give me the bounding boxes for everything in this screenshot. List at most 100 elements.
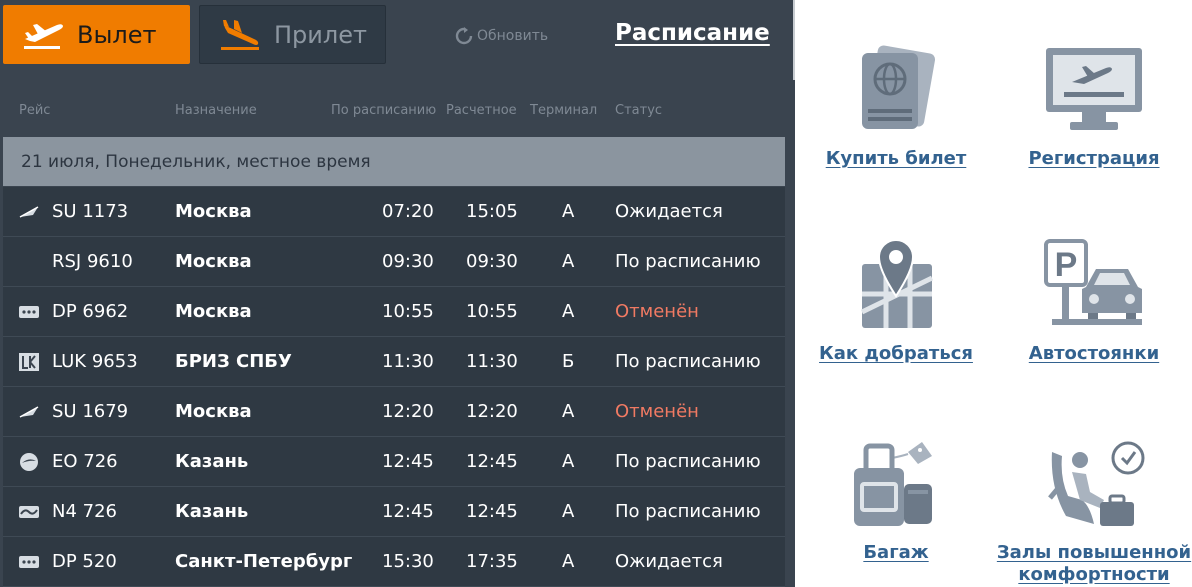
service-tile-checkin[interactable]: Регистрация bbox=[994, 40, 1192, 170]
service-tile-lounges[interactable]: Залы повышенной комфортности bbox=[994, 434, 1192, 586]
flight-number: SU 1679 bbox=[52, 401, 129, 422]
destination: Казань bbox=[175, 451, 249, 472]
scheduled-time: 09:30 bbox=[382, 251, 434, 272]
date-bar: 21 июля, Понедельник, местное время bbox=[3, 137, 785, 186]
scheduled-time: 11:30 bbox=[382, 351, 434, 372]
destination: Москва bbox=[175, 301, 252, 322]
header-estimated: Расчетное bbox=[446, 103, 517, 118]
passport-icon bbox=[841, 40, 951, 140]
service-label: Залы повышенной комфортности bbox=[996, 542, 1192, 585]
flight-number: LUK 9653 bbox=[52, 351, 138, 372]
flight-number: DP 520 bbox=[52, 551, 117, 572]
plane-landing-icon bbox=[218, 15, 270, 55]
lukoil-logo-icon bbox=[19, 337, 39, 386]
destination: Москва bbox=[175, 251, 252, 272]
pobeda-logo-icon bbox=[19, 537, 39, 586]
flight-number: RSJ 9610 bbox=[52, 251, 133, 272]
pobeda-logo-icon bbox=[19, 287, 39, 336]
flight-row[interactable]: SU 1173 Москва 07:20 15:05 A Ожидается bbox=[3, 187, 785, 237]
header-destination: Назначение bbox=[175, 103, 257, 118]
pegas-logo-icon bbox=[19, 437, 39, 486]
scheduled-time: 12:45 bbox=[382, 501, 434, 522]
estimated-time: 09:30 bbox=[466, 251, 518, 272]
flight-status: По расписанию bbox=[615, 351, 761, 372]
terminal: A bbox=[562, 501, 575, 522]
scheduled-time: 10:55 bbox=[382, 301, 434, 322]
scheduled-time: 07:20 bbox=[382, 201, 434, 222]
departure-monitor-icon bbox=[1039, 40, 1149, 140]
luggage-icon bbox=[841, 434, 951, 534]
flight-status: По расписанию bbox=[615, 251, 761, 272]
flight-status: Отменён bbox=[615, 301, 699, 322]
aeroflot-logo-icon bbox=[19, 187, 39, 236]
flight-row[interactable]: N4 726 Казань 12:45 12:45 A По расписанию bbox=[3, 487, 785, 537]
estimated-time: 15:05 bbox=[466, 201, 518, 222]
flight-status: Отменён bbox=[615, 401, 699, 422]
header-flight: Рейс bbox=[19, 103, 51, 118]
terminal: A bbox=[562, 251, 575, 272]
destination: Санкт-Петербург bbox=[175, 551, 353, 572]
estimated-time: 11:30 bbox=[466, 351, 518, 372]
flight-row[interactable]: LUK 9653 БРИЗ СПБУ 11:30 11:30 Б По расписани… bbox=[3, 337, 785, 387]
service-tile-buy-ticket[interactable]: Купить билет bbox=[796, 40, 996, 170]
destination: БРИЗ СПБУ bbox=[175, 351, 292, 372]
flight-row[interactable]: DP 520 Санкт-Петербург 15:30 17:35 A Ожидаетс… bbox=[3, 537, 785, 587]
refresh-label: Обновить bbox=[477, 28, 549, 44]
flight-board: Вылет Прилет Обновить Расписание Рейс На… bbox=[0, 0, 795, 587]
arrivals-tab[interactable]: Прилет bbox=[199, 5, 386, 64]
aeroflot-logo-icon bbox=[19, 387, 39, 436]
flight-number: EO 726 bbox=[52, 451, 118, 472]
service-tile-parking[interactable]: P Автостоянки bbox=[994, 235, 1192, 365]
flight-row[interactable]: SU 1679 Москва 12:20 12:20 A Отменён bbox=[3, 387, 785, 437]
flight-row[interactable]: DP 6962 Москва 10:55 10:55 A Отменён bbox=[3, 287, 785, 337]
nordwind-logo-icon bbox=[19, 487, 39, 536]
service-tile-baggage[interactable]: Багаж bbox=[796, 434, 996, 564]
schedule-link[interactable]: Расписание bbox=[615, 20, 770, 46]
terminal: A bbox=[562, 451, 575, 472]
refresh-button[interactable]: Обновить bbox=[455, 27, 548, 45]
destination: Казань bbox=[175, 501, 249, 522]
board-edge-divider bbox=[793, 0, 795, 80]
flight-status: По расписанию bbox=[615, 501, 761, 522]
service-label: Автостоянки bbox=[1028, 343, 1160, 364]
arrivals-tab-label: Прилет bbox=[274, 20, 367, 49]
estimated-time: 10:55 bbox=[466, 301, 518, 322]
airline-logo-icon bbox=[19, 237, 39, 286]
service-label: Багаж bbox=[863, 542, 929, 563]
terminal: A bbox=[562, 201, 575, 222]
header-status: Статус bbox=[615, 103, 663, 118]
service-label: Как добраться bbox=[819, 343, 973, 364]
terminal: Б bbox=[562, 351, 575, 372]
flight-number: DP 6962 bbox=[52, 301, 129, 322]
departures-tab-label: Вылет bbox=[77, 20, 157, 49]
flight-status: Ожидается bbox=[615, 551, 723, 572]
estimated-time: 12:45 bbox=[466, 451, 518, 472]
estimated-time: 17:35 bbox=[466, 551, 518, 572]
scheduled-time: 15:30 bbox=[382, 551, 434, 572]
destination: Москва bbox=[175, 401, 252, 422]
lounge-seat-icon bbox=[1039, 434, 1149, 534]
service-label: Купить билет bbox=[825, 148, 967, 169]
scheduled-time: 12:45 bbox=[382, 451, 434, 472]
flight-row[interactable]: RSJ 9610 Москва 09:30 09:30 A По расписанию bbox=[3, 237, 785, 287]
header-terminal: Терминал bbox=[530, 103, 598, 118]
scheduled-time: 12:20 bbox=[382, 401, 434, 422]
flight-status: По расписанию bbox=[615, 451, 761, 472]
svg-text:P: P bbox=[1055, 246, 1078, 284]
map-pin-icon bbox=[841, 235, 951, 335]
refresh-icon bbox=[455, 27, 473, 45]
estimated-time: 12:20 bbox=[466, 401, 518, 422]
plane-takeoff-icon bbox=[21, 15, 73, 55]
terminal: A bbox=[562, 301, 575, 322]
terminal: A bbox=[562, 401, 575, 422]
flight-number: SU 1173 bbox=[52, 201, 129, 222]
flight-status: Ожидается bbox=[615, 201, 723, 222]
flight-row[interactable]: EO 726 Казань 12:45 12:45 A По расписанию bbox=[3, 437, 785, 487]
estimated-time: 12:45 bbox=[466, 501, 518, 522]
terminal: A bbox=[562, 551, 575, 572]
departures-tab[interactable]: Вылет bbox=[3, 5, 190, 64]
parking-icon: P bbox=[1039, 235, 1149, 335]
destination: Москва bbox=[175, 201, 252, 222]
flight-number: N4 726 bbox=[52, 501, 117, 522]
service-tile-directions[interactable]: Как добраться bbox=[796, 235, 996, 365]
